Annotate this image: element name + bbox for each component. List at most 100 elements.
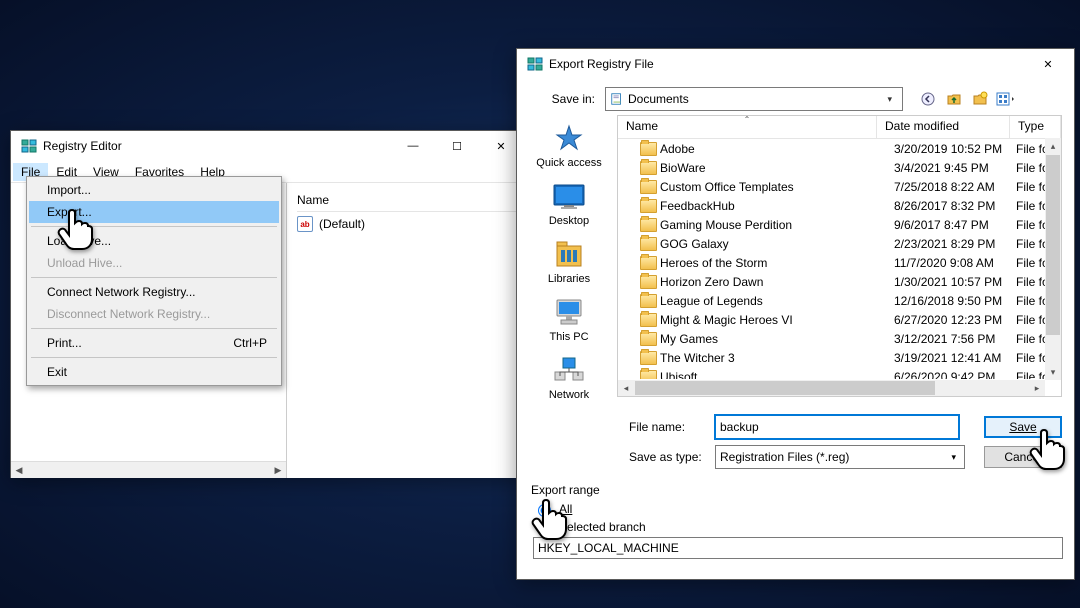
- menu-unload-hive: Unload Hive...: [29, 252, 279, 274]
- folder-icon: [640, 313, 657, 327]
- col-date[interactable]: Date modified: [877, 116, 1010, 138]
- filename-label: File name:: [629, 420, 703, 434]
- file-name: GOG Galaxy: [660, 237, 729, 251]
- folder-icon: [640, 218, 657, 232]
- view-menu-icon[interactable]: [995, 88, 1017, 110]
- folder-icon: [640, 351, 657, 365]
- file-name: Gaming Mouse Perdition: [660, 218, 792, 232]
- file-row[interactable]: FeedbackHub8/26/2017 8:32 PMFile fol: [618, 196, 1061, 215]
- file-date: 7/25/2018 8:22 AM: [890, 180, 1012, 194]
- minimize-button[interactable]: —: [391, 132, 435, 160]
- list-header-name[interactable]: Name: [297, 189, 517, 212]
- file-row[interactable]: The Witcher 33/19/2021 12:41 AMFile fol: [618, 348, 1061, 367]
- tree-hscrollbar[interactable]: ◀▶: [11, 461, 286, 478]
- col-name[interactable]: Name⌃: [618, 116, 877, 138]
- branch-path-input[interactable]: [533, 537, 1063, 559]
- regedit-icon: [21, 138, 37, 154]
- filetype-dropdown[interactable]: Registration Files (*.reg)▾: [715, 445, 965, 469]
- regedit-titlebar[interactable]: Registry Editor — ☐ ✕: [11, 131, 527, 161]
- string-value-icon: ab: [297, 216, 313, 232]
- new-folder-icon[interactable]: [969, 88, 991, 110]
- file-row[interactable]: League of Legends12/16/2018 9:50 PMFile …: [618, 291, 1061, 310]
- place-desktop[interactable]: Desktop: [529, 177, 609, 231]
- place-libraries[interactable]: Libraries: [529, 235, 609, 289]
- file-date: 12/16/2018 9:50 PM: [890, 294, 1012, 308]
- up-folder-icon[interactable]: [943, 88, 965, 110]
- file-date: 9/6/2017 8:47 PM: [890, 218, 1012, 232]
- file-name: Horizon Zero Dawn: [660, 275, 763, 289]
- range-all-radio[interactable]: All: [533, 501, 1062, 517]
- save-in-dropdown[interactable]: Documents ▾: [605, 87, 903, 111]
- col-type[interactable]: Type: [1010, 116, 1061, 138]
- menu-disconnect-network: Disconnect Network Registry...: [29, 303, 279, 325]
- cancel-button[interactable]: Cancel: [984, 446, 1062, 468]
- file-name: My Games: [660, 332, 718, 346]
- close-button[interactable]: ✕: [1026, 50, 1070, 78]
- file-date: 11/7/2020 9:08 AM: [890, 256, 1012, 270]
- vertical-scrollbar[interactable]: ▴▾: [1045, 138, 1061, 380]
- menu-separator: [31, 357, 277, 358]
- menu-load-hive[interactable]: Load Hive...: [29, 230, 279, 252]
- menu-import[interactable]: Import...: [29, 179, 279, 201]
- file-name: BioWare: [660, 161, 706, 175]
- export-range-group: Export range All Selected branch: [521, 481, 1070, 567]
- menu-exit[interactable]: Exit: [29, 361, 279, 383]
- back-icon[interactable]: [917, 88, 939, 110]
- file-row[interactable]: Ubisoft6/26/2020 9:42 PMFile fol: [618, 367, 1061, 379]
- save-button[interactable]: Save: [984, 416, 1062, 438]
- horizontal-scrollbar[interactable]: ◂▸: [618, 380, 1045, 396]
- file-date: 3/4/2021 9:45 PM: [890, 161, 1012, 175]
- save-in-value: Documents: [628, 92, 689, 106]
- export-dialog: Export Registry File ✕ Save in: Document…: [516, 48, 1075, 580]
- menu-print[interactable]: Print...Ctrl+P: [29, 332, 279, 354]
- place-quick-access[interactable]: Quick access: [529, 119, 609, 173]
- folder-icon: [640, 199, 657, 213]
- file-date: 3/19/2021 12:41 AM: [890, 351, 1012, 365]
- file-row[interactable]: My Games3/12/2021 7:56 PMFile fol: [618, 329, 1061, 348]
- range-selected-radio[interactable]: Selected branch: [533, 519, 1062, 535]
- file-date: 1/30/2021 10:57 PM: [890, 275, 1012, 289]
- file-row[interactable]: Custom Office Templates7/25/2018 8:22 AM…: [618, 177, 1061, 196]
- filename-input[interactable]: [715, 415, 959, 439]
- file-name: Adobe: [660, 142, 695, 156]
- regedit-icon: [527, 56, 543, 72]
- file-date: 3/20/2019 10:52 PM: [890, 142, 1012, 156]
- menu-export[interactable]: Export...: [29, 201, 279, 223]
- file-date: 3/12/2021 7:56 PM: [890, 332, 1012, 346]
- file-row[interactable]: BioWare3/4/2021 9:45 PMFile fol: [618, 158, 1061, 177]
- libraries-icon: [551, 239, 587, 271]
- list-row-default[interactable]: ab (Default): [297, 212, 517, 236]
- file-date: 6/26/2020 9:42 PM: [890, 370, 1012, 380]
- folder-icon: [640, 237, 657, 251]
- folder-icon: [640, 275, 657, 289]
- file-name: Might & Magic Heroes VI: [660, 313, 793, 327]
- file-name: Heroes of the Storm: [660, 256, 767, 270]
- file-name: Ubisoft: [660, 370, 697, 380]
- file-row[interactable]: Horizon Zero Dawn1/30/2021 10:57 PMFile …: [618, 272, 1061, 291]
- places-bar: Quick access Desktop Libraries This PC N…: [529, 115, 609, 405]
- export-range-label: Export range: [529, 483, 1062, 497]
- export-titlebar[interactable]: Export Registry File ✕: [517, 49, 1074, 79]
- save-in-label: Save in:: [529, 92, 599, 106]
- folder-icon: [640, 161, 657, 175]
- value-name: (Default): [319, 217, 365, 231]
- regedit-title: Registry Editor: [43, 139, 391, 153]
- place-network[interactable]: Network: [529, 351, 609, 405]
- menu-separator: [31, 328, 277, 329]
- menu-connect-network[interactable]: Connect Network Registry...: [29, 281, 279, 303]
- sort-indicator-icon: ⌃: [744, 115, 751, 124]
- file-list[interactable]: Name⌃ Date modified Type Adobe 3/20/2019 …: [617, 115, 1062, 397]
- file-row[interactable]: Might & Magic Heroes VI6/27/2020 12:23 P…: [618, 310, 1061, 329]
- registry-list-pane[interactable]: Name ab (Default): [287, 183, 527, 478]
- file-row[interactable]: Adobe3/20/2019 10:52 PMFile fol: [618, 139, 1061, 158]
- file-row[interactable]: Heroes of the Storm11/7/2020 9:08 AMFile…: [618, 253, 1061, 272]
- documents-icon: [610, 92, 624, 106]
- menu-separator: [31, 226, 277, 227]
- file-name: League of Legends: [660, 294, 763, 308]
- folder-icon: [640, 370, 657, 380]
- file-row[interactable]: GOG Galaxy2/23/2021 8:29 PMFile fol: [618, 234, 1061, 253]
- file-menu-dropdown: Import... Export... Load Hive... Unload …: [26, 176, 282, 386]
- file-row[interactable]: Gaming Mouse Perdition9/6/2017 8:47 PMFi…: [618, 215, 1061, 234]
- maximize-button[interactable]: ☐: [435, 132, 479, 160]
- place-this-pc[interactable]: This PC: [529, 293, 609, 347]
